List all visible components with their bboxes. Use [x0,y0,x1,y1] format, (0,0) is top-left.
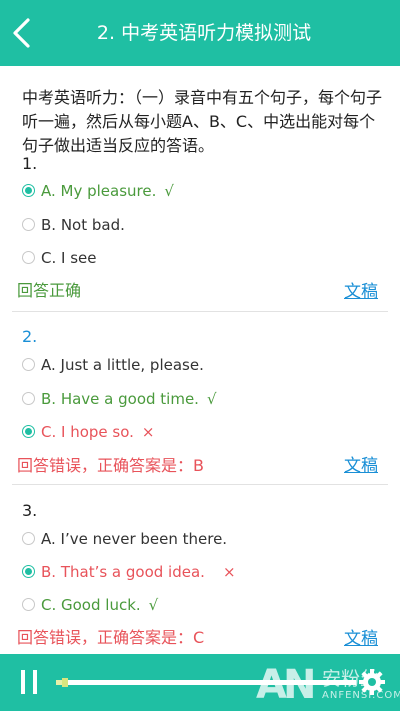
option-c[interactable]: C. I hope so. × [22,421,154,443]
radio-icon[interactable] [22,532,35,545]
option-label: A. Just a little, please. [41,356,204,374]
watermark-mark: AN [256,662,316,708]
cross-icon: × [141,423,155,441]
radio-icon[interactable] [22,358,35,371]
result-status: 回答错误，正确答案是：B [17,456,204,475]
option-label: B. Not bad. [41,216,125,234]
instructions-text: 中考英语听力：（一）录音中有五个句子，每个句子听一遍，然后从每小题A、B、C、中… [22,88,383,155]
radio-selected-icon[interactable] [22,184,35,197]
option-label: A. I’ve never been there. [41,530,228,548]
pause-icon[interactable] [19,670,39,694]
option-label: C. Good luck. [41,596,141,614]
top-bar: 2. 中考英语听力模拟测试 [0,0,400,66]
question-number: 1. [22,154,38,173]
option-label: B. Have a good time. [41,390,199,408]
divider [12,484,388,485]
seek-thumb[interactable] [62,678,68,687]
transcript-link[interactable]: 文稿 [344,277,378,302]
transcript-link[interactable]: 文稿 [344,451,378,476]
result-status: 回答正确 [17,281,82,300]
option-a[interactable]: A. My pleasure. √ [22,180,174,202]
result-status: 回答错误，正确答案是：C [17,628,205,647]
page-title: 2. 中考英语听力模拟测试 [96,22,312,44]
question-number: 3. [22,501,38,520]
cross-icon: × [222,563,236,581]
radio-icon[interactable] [22,251,35,264]
check-icon: √ [148,596,159,614]
option-label: C. I see [41,249,97,267]
check-icon: √ [206,390,217,408]
divider [12,311,388,312]
check-icon: √ [164,182,174,200]
option-label: C. I hope so. [41,423,134,441]
option-a[interactable]: A. I’ve never been there. [22,528,227,550]
option-label: A. My pleasure. [41,182,157,200]
gear-icon[interactable] [358,668,386,696]
radio-selected-icon[interactable] [22,425,35,438]
option-b[interactable]: B. Not bad. [22,214,125,236]
option-c[interactable]: C. Good luck. √ [22,594,158,616]
radio-icon[interactable] [22,392,35,405]
option-b[interactable]: B. Have a good time. √ [22,388,217,410]
option-c[interactable]: C. I see [22,247,96,269]
question-list[interactable]: 中考英语听力：（一）录音中有五个句子，每个句子听一遍，然后从每小题A、B、C、中… [0,66,400,654]
option-label: B. That’s a good idea. [41,563,205,581]
option-a[interactable]: A. Just a little, please. [22,354,204,376]
option-b[interactable]: B. That’s a good idea. × [22,561,236,583]
radio-icon[interactable] [22,598,35,611]
question-number: 2. [22,327,38,346]
radio-selected-icon[interactable] [22,565,35,578]
transcript-link[interactable]: 文稿 [344,624,378,649]
radio-icon[interactable] [22,218,35,231]
